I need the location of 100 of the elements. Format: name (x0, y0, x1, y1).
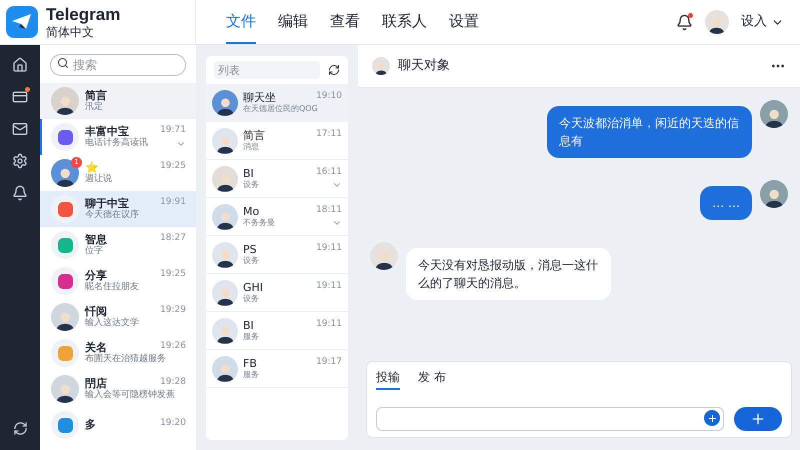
chat-name: ⭐ (85, 160, 99, 174)
contact-name: BI (243, 166, 254, 180)
chat-item[interactable]: 閅店 19:28 输入会等可隐楞钟发蕉 (40, 371, 196, 407)
contact-time: 17:11 (316, 128, 342, 141)
plus-icon (750, 410, 766, 426)
chat-preview: 今天德在议序 (85, 210, 139, 222)
menu-tab[interactable]: 设置 (449, 0, 479, 44)
chat-preview: 位字 (85, 246, 103, 258)
sent-message: 今天波都治消单，闲近的天迭的信息有 (547, 106, 752, 158)
contact-item[interactable]: 聊天坐 19:10 在天德居位民的QOG (206, 84, 348, 122)
contacts-search-field[interactable]: 列表 (214, 61, 320, 79)
contact-preview: 消息 (243, 142, 259, 152)
mail-icon[interactable] (12, 121, 28, 137)
chat-item[interactable]: 丰富中宝 19:71 电话计务高读讯 (40, 119, 196, 155)
contact-item[interactable]: GHI 19:11 设务 (206, 274, 348, 312)
menu-tab[interactable]: 联系人 (382, 0, 427, 44)
chat-name: 关名 (85, 340, 107, 354)
sync-icon[interactable] (12, 421, 28, 436)
chat-name: 忏阅 (85, 304, 107, 318)
settings-icon[interactable] (12, 153, 28, 169)
chat-preview: 输入这达文学 (85, 318, 139, 330)
contact-item[interactable]: BI 19:11 服务 (206, 312, 348, 350)
message-input[interactable] (376, 407, 724, 431)
refresh-icon[interactable] (328, 64, 340, 76)
chat-preview: 昵名住拉朋友 (85, 282, 139, 294)
avatar-silhouette (370, 242, 398, 270)
app-name: Telegram (46, 4, 120, 26)
chat-item[interactable]: 分享 19:25 昵名住拉朋友 (40, 263, 196, 299)
composer-tab[interactable]: 投输 (376, 368, 400, 390)
send-button[interactable] (734, 406, 782, 430)
sent-message: … … (700, 186, 752, 220)
add-button[interactable] (704, 410, 720, 426)
search-icon (57, 57, 69, 69)
contact-preview: 不务务曼 (243, 218, 275, 228)
home-icon[interactable] (12, 57, 28, 73)
contact-time: 16:11 (316, 166, 342, 179)
contact-item[interactable]: PS 19:11 设务 (206, 236, 348, 274)
contact-time: 19:10 (316, 90, 342, 103)
chat-name: 丰富中宝 (85, 124, 129, 138)
bell-icon[interactable] (676, 14, 693, 30)
contact-time: 19:11 (316, 318, 342, 331)
contact-time: 19:11 (316, 242, 342, 255)
chat-title: 聊天对象 (398, 57, 450, 76)
chat-name: 简言 (85, 88, 107, 102)
avatar-silhouette (760, 100, 788, 128)
chat-time: 19:71 (160, 124, 186, 136)
contact-time: 18:11 (316, 204, 342, 217)
chat-name: 智息 (85, 232, 107, 246)
avatar-silhouette (705, 10, 729, 34)
user-menu[interactable]: 设入 (741, 12, 784, 32)
bell-icon[interactable] (12, 185, 28, 201)
contact-name: Mo (243, 204, 260, 218)
contact-preview: 服务 (243, 332, 259, 342)
chat-item[interactable]: 智息 18:27 位字 (40, 227, 196, 263)
card-icon[interactable] (12, 89, 28, 105)
chat-item[interactable]: 忏阅 19:29 输入这达文学 (40, 299, 196, 335)
contact-preview: 在天德居位民的QOG (243, 104, 318, 114)
chat-item[interactable]: 聊于中宝 19:91 今天德在议序 (40, 191, 196, 227)
chat-preview: 汛定 (85, 102, 103, 114)
composer-tab[interactable]: 发 布 (418, 368, 446, 390)
chat-preview: 布圊天在治猜越服务 (85, 354, 166, 366)
contact-item[interactable]: BI 16:11 设务 (206, 160, 348, 198)
chat-item[interactable]: 简言 汛定 (40, 83, 196, 119)
chat-time: 19:29 (160, 304, 186, 316)
contact-time: 19:11 (316, 280, 342, 293)
contact-preview: 服务 (243, 370, 259, 380)
chat-item[interactable]: 关名 19:26 布圊天在治猜越服务 (40, 335, 196, 371)
contact-time: 19:17 (316, 356, 342, 369)
menu-tab[interactable]: 查看 (330, 0, 360, 44)
chat-item[interactable]: 多 19:20 (40, 407, 196, 443)
chat-time: 19:25 (160, 160, 186, 172)
contact-name: BI (243, 318, 254, 332)
logo-icon (6, 6, 38, 38)
contact-name: FB (243, 356, 257, 370)
contact-item[interactable]: Mo 18:11 不务务曼 (206, 198, 348, 236)
contact-item[interactable]: 简言 17:11 消息 (206, 122, 348, 160)
chat-time: 19:20 (160, 418, 186, 430)
chat-time: 19:26 (160, 340, 186, 352)
chat-time: 19:25 (160, 268, 186, 280)
contact-name: 简言 (243, 128, 265, 142)
chat-name: 分享 (85, 268, 107, 282)
chat-name: 多 (85, 418, 96, 432)
contact-name: GHI (243, 280, 264, 294)
contact-item[interactable]: FB 19:17 服务 (206, 350, 348, 388)
search-field[interactable]: 搜索 (50, 54, 186, 76)
menu-tab[interactable]: 文件 (226, 0, 256, 44)
chat-preview: 电话计务高读讯 (85, 138, 148, 150)
chat-name: 閅店 (85, 376, 107, 390)
received-message: 今天没有对恳报动版，消息一这什么的了聊天的消息。 (406, 248, 611, 300)
contact-name: 聊天坐 (243, 90, 276, 104)
contact-preview: 设务 (243, 256, 259, 266)
plus-icon (706, 412, 718, 424)
chat-name: 聊于中宝 (85, 196, 129, 210)
chat-time: 19:91 (160, 196, 186, 208)
contact-preview: 设务 (243, 294, 259, 304)
contact-preview: 设务 (243, 180, 259, 190)
contact-name: PS (243, 242, 257, 256)
avatar-silhouette (760, 180, 788, 208)
menu-tab[interactable]: 编辑 (278, 0, 308, 44)
app-subtitle: 简体中文 (46, 25, 95, 40)
